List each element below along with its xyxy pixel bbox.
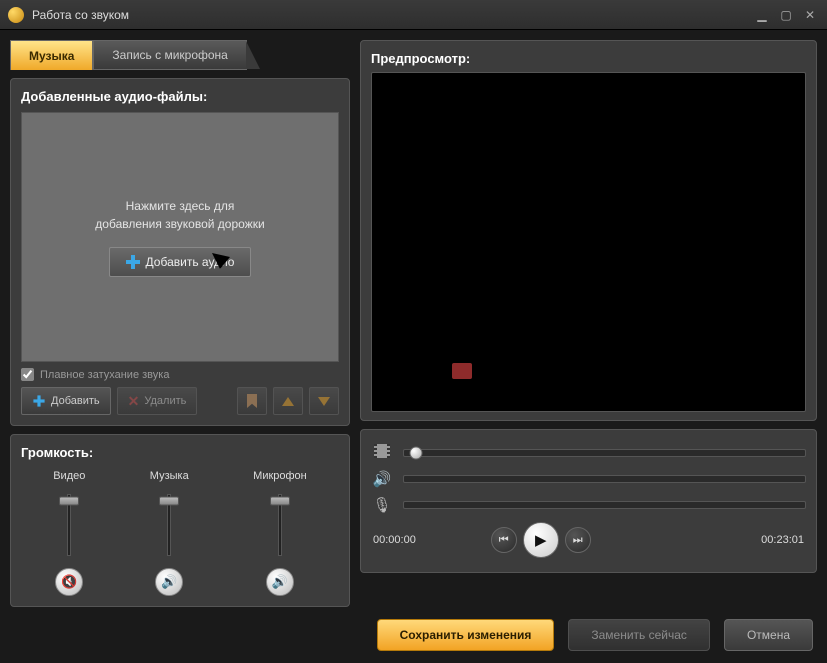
fade-label: Плавное затухание звука (40, 369, 169, 381)
mic-track-slider[interactable] (403, 501, 806, 509)
time-total: 00:23:01 (629, 534, 805, 546)
mic-track-row: 🎙 (371, 496, 806, 514)
fade-checkbox-row[interactable]: Плавное затухание звука (21, 368, 339, 381)
volume-mic: Микрофон 🔊 (253, 470, 307, 596)
bookmark-icon (247, 394, 257, 408)
window-title: Работа со звуком (32, 8, 747, 22)
speaker-icon: 🔊 (371, 470, 393, 488)
title-bar: Работа со звуком ▁ ▢ ✕ (0, 0, 827, 30)
cancel-button[interactable]: Отмена (724, 619, 813, 651)
audio-track-row: 🔊 (371, 470, 806, 488)
time-current: 00:00:00 (373, 534, 453, 546)
volume-music: Музыка 🔊 (150, 470, 189, 596)
x-icon: ✕ (128, 393, 140, 410)
video-track-row (371, 444, 806, 462)
preview-title: Предпросмотр: (371, 51, 806, 66)
prev-button[interactable]: ⏮ (491, 527, 517, 553)
microphone-icon: 🎙 (371, 496, 393, 514)
move-up-button[interactable] (273, 387, 303, 415)
audio-files-panel: Добавленные аудио-файлы: Нажмите здесь д… (10, 78, 350, 426)
audio-files-title: Добавленные аудио-файлы: (21, 89, 339, 104)
add-audio-button[interactable]: Добавить аудио (109, 247, 252, 277)
speaker-icon: 🔊 (161, 574, 177, 590)
move-down-button[interactable] (309, 387, 339, 415)
drop-hint: Нажмите здесь для добавления звуковой до… (95, 197, 264, 233)
minimize-button[interactable]: ▁ (753, 8, 771, 22)
plus-icon (33, 395, 44, 406)
app-icon (8, 7, 24, 23)
footer: Сохранить изменения Заменить сейчас Отме… (0, 607, 827, 663)
arrow-down-icon (318, 397, 330, 406)
bookmark-button[interactable] (237, 387, 267, 415)
tab-music[interactable]: Музыка (10, 40, 93, 70)
mic-mute-button[interactable]: 🔊 (266, 568, 294, 596)
add-button[interactable]: Добавить (21, 387, 111, 415)
speaker-icon: 🔊 (272, 574, 288, 590)
video-track-slider[interactable] (403, 449, 806, 457)
plus-icon (126, 255, 140, 269)
audio-track-slider[interactable] (403, 475, 806, 483)
preview-content (452, 363, 472, 379)
next-button[interactable]: ⏭ (565, 527, 591, 553)
timeline-panel: 🔊 🎙 00:00:00 ⏮ ▶ ⏭ 00:23:01 (360, 429, 817, 573)
music-volume-slider[interactable] (154, 490, 184, 560)
close-button[interactable]: ✕ (801, 8, 819, 22)
audio-drop-area[interactable]: Нажмите здесь для добавления звуковой до… (21, 112, 339, 362)
film-icon (371, 444, 393, 462)
tab-microphone[interactable]: Запись с микрофона (93, 40, 246, 70)
delete-button[interactable]: ✕ Удалить (117, 387, 198, 415)
add-audio-label: Добавить аудио (146, 255, 235, 269)
playback-row: 00:00:00 ⏮ ▶ ⏭ 00:23:01 (371, 518, 806, 562)
volume-video: Видео 🔇 (53, 470, 85, 596)
mic-volume-slider[interactable] (265, 490, 295, 560)
play-button[interactable]: ▶ (523, 522, 559, 558)
save-button[interactable]: Сохранить изменения (377, 619, 555, 651)
volume-title: Громкость: (21, 445, 339, 460)
speaker-muted-icon: 🔇 (61, 574, 77, 590)
tabs: Музыка Запись с микрофона (10, 40, 350, 70)
music-mute-button[interactable]: 🔊 (155, 568, 183, 596)
volume-panel: Громкость: Видео 🔇 Музыка 🔊 (10, 434, 350, 607)
maximize-button[interactable]: ▢ (777, 8, 795, 22)
video-volume-slider[interactable] (54, 490, 84, 560)
audio-toolbar: Добавить ✕ Удалить (21, 387, 339, 415)
preview-panel: Предпросмотр: (360, 40, 817, 421)
arrow-up-icon (282, 397, 294, 406)
preview-viewport (371, 72, 806, 412)
fade-checkbox[interactable] (21, 368, 34, 381)
replace-now-button[interactable]: Заменить сейчас (568, 619, 710, 651)
video-mute-button[interactable]: 🔇 (55, 568, 83, 596)
